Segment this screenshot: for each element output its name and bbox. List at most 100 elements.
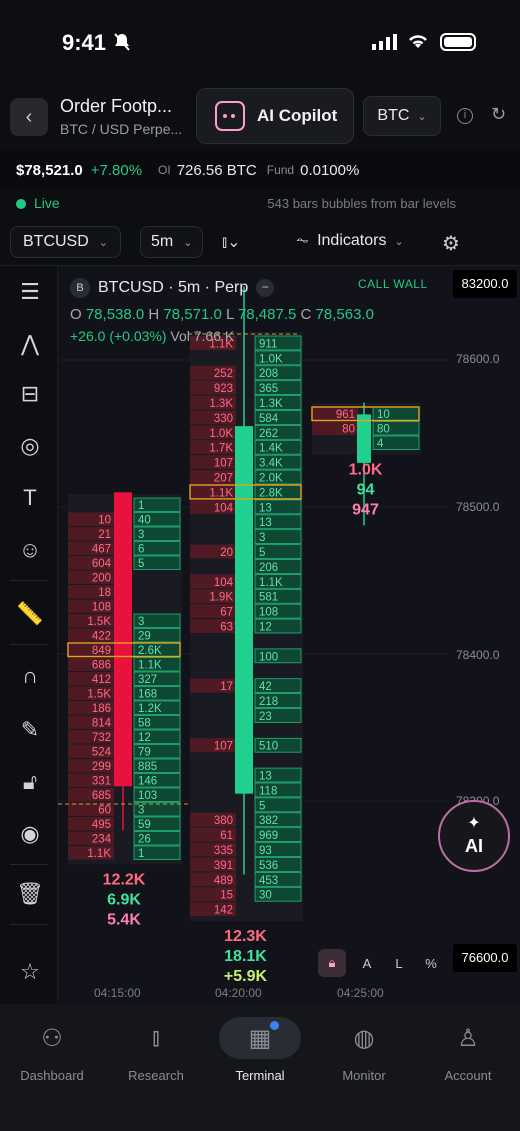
ask-volume: 79 [138,747,151,759]
magnet-tool-icon[interactable]: ∩ [16,662,44,690]
low-value: 78,487.5 [237,306,297,323]
bid-volume: 422 [92,631,111,643]
tab-monitor[interactable]: ◍ Monitor [312,1016,416,1084]
ask-volume: 40 [138,515,151,527]
bid-volume: 1.5K [87,689,111,701]
ai-copilot-button[interactable]: AI Copilot [196,88,354,144]
ask-volume: 327 [138,674,157,686]
ruler-tool-icon[interactable]: 📏 [16,600,44,628]
ask-volume: 30 [259,890,272,902]
collapse-legend-button[interactable]: − [256,279,275,297]
percent-scale-option[interactable]: % [420,956,442,971]
tab-terminal[interactable]: ▦ Terminal [208,1016,312,1083]
tab-label: Research [128,1068,184,1083]
tab-research[interactable]: ⫾ Research [104,1016,208,1083]
bid-volume: 107 [214,458,233,470]
candle-total: 12.2K [103,872,146,889]
ask-volume: 168 [138,689,157,701]
bid-volume: 1.7K [209,443,233,455]
ask-volume: 26 [138,834,151,846]
ask-volume: 12 [138,732,151,744]
auto-scale-option[interactable]: A [356,956,378,971]
tab-label: Terminal [235,1068,285,1083]
live-label: Live [34,195,60,211]
back-button[interactable]: ‹ [10,98,48,136]
trendline-tool-icon[interactable]: ⋀ [16,330,44,358]
emoji-tool-icon[interactable]: ☺ [16,536,44,564]
bid-volume: 331 [92,776,111,788]
ask-volume: 1.4K [259,443,283,455]
bid-volume: 80 [342,424,355,436]
candle-body [357,414,371,463]
ask-volume: 108 [259,607,278,619]
chart-legend-header: B BTCUSD · 5m · Perp − [70,278,275,298]
eye-icon[interactable]: ◉ [16,820,44,848]
ask-volume: 80 [377,424,390,436]
scale-options: 🔒︎ A L % [318,948,446,978]
info-icon[interactable]: i [457,108,473,124]
refresh-icon[interactable]: ↻ [491,104,506,125]
chart-toolbar: BTCUSD ⌄ 5m ⌄ ⫾⌄ ⏦ Indicators ⌄ ⚙ [0,222,520,266]
tab-dashboard[interactable]: ⚇ Dashboard [0,1016,104,1084]
shapes-tool-icon[interactable]: ◎ [16,432,44,460]
footprint-chart[interactable]: 1 10 40 21 3 467 6 604 5 200 18 108 1.5K 3 422 29 849 2.6… [58,266,520,1004]
battery-icon [440,33,476,51]
star-icon[interactable]: ☆ [16,958,44,986]
interval-select[interactable]: 5m ⌄ [140,226,204,258]
bid-volume: 63 [220,622,233,634]
ai-floating-button[interactable]: ✦ AI [438,800,510,872]
ask-volume: 103 [138,790,157,802]
ask-volume: 218 [259,696,278,708]
ask-volume: 5 [138,558,144,570]
ask-volume: 911 [259,338,277,350]
bell-muted-icon [114,33,130,51]
axis-price-label: 78500.0 [456,500,500,514]
live-indicator [16,199,26,209]
crosshair-tool-icon[interactable]: ☰ [16,278,44,306]
ask-volume: 206 [259,562,278,574]
footprint-canvas: 110 4021 3467 6604 5200181081.5K 3422 29849 2.6… [58,286,448,985]
tab-account[interactable]: ♙ Account [416,1016,520,1084]
text-tool-icon[interactable]: T [16,484,44,512]
trash-icon[interactable]: 🗑︎ [16,880,44,908]
ask-volume: 510 [259,741,278,753]
change-value: +26.0 (+0.03%) [70,328,167,344]
bid-volume: 732 [92,732,111,744]
page-title: Order Footp... [60,96,173,116]
bid-volume: 391 [214,860,233,872]
ask-volume: 365 [259,383,278,395]
bid-volume: 604 [92,558,112,570]
candle-total: 1.0K [349,462,383,479]
lock-scale-icon[interactable]: 🔒︎ [318,949,346,977]
indicators-button[interactable]: ⏦ Indicators ⌄ [296,232,404,250]
chevron-down-icon: ⌄ [98,236,108,249]
coin-select-value: BTC [377,107,410,124]
unlock-icon[interactable]: 🔓︎ [16,768,44,796]
bid-volume: 686 [92,660,111,672]
chevron-down-icon: ⌄ [394,235,404,248]
pencil-lock-icon[interactable]: ✎ [16,716,44,744]
ask-volume: 2.8K [259,487,283,499]
open-value: 78,538.0 [85,306,145,323]
fund-label: Fund [266,163,295,177]
bid-volume: 489 [214,875,233,887]
terminal-icon: ▦ [219,1017,301,1059]
bid-volume: 1.3K [209,398,233,410]
log-scale-option[interactable]: L [388,956,410,971]
bid-volume: 252 [214,368,233,380]
ask-volume: 1.2K [138,703,162,715]
ask-volume: 536 [259,860,278,872]
candle-type-button[interactable]: ⫾⌄ [222,232,241,252]
gear-icon[interactable]: ⚙ [442,231,460,256]
divider [10,864,48,865]
low-label: L [225,306,234,323]
time-label: 04:25:00 [337,986,384,1000]
coin-select[interactable]: BTC ⌄ [363,96,441,136]
candle-total: 5.4K [107,912,141,929]
symbol-select[interactable]: BTCUSD ⌄ [10,226,121,258]
bid-volume: 104 [214,577,234,589]
bid-volume: 961 [336,409,355,421]
divider [10,580,48,581]
ask-volume: 2.0K [259,473,283,485]
pattern-tool-icon[interactable]: ⊟ [16,380,44,408]
